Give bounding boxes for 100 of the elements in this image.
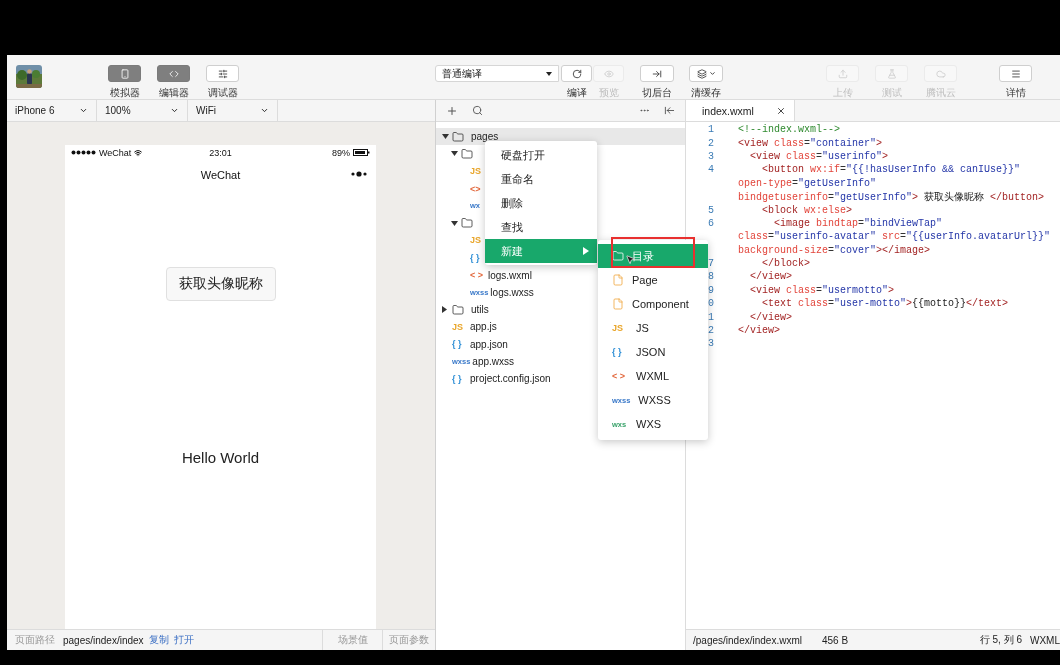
menu-icon xyxy=(1010,68,1021,79)
code-line: <image bindtap="bindViewTap" xyxy=(773,217,943,229)
search-icon[interactable] xyxy=(472,105,483,116)
file-icon xyxy=(612,298,624,310)
footer-link[interactable]: 复制 xyxy=(148,633,169,647)
menu-item[interactable]: 硬盘打开 xyxy=(485,143,597,167)
folder-icon xyxy=(461,217,473,230)
editor-tab[interactable]: index.wxml xyxy=(686,100,795,121)
tree-item[interactable]: utils xyxy=(442,300,489,319)
code-icon xyxy=(168,68,179,79)
file-type-icon: JS xyxy=(452,321,468,332)
tool-label: 清缓存 xyxy=(691,86,721,100)
file-type-icon: JS xyxy=(612,323,628,333)
code-line: <view class="userinfo"> xyxy=(749,150,889,162)
more-icon[interactable] xyxy=(350,171,368,177)
tool-label: 详情 xyxy=(1005,86,1026,100)
code-line: </block> xyxy=(761,258,810,270)
file-type-icon: < > xyxy=(470,270,486,280)
get-profile-button[interactable]: 获取头像昵称 xyxy=(165,267,276,301)
tree-item[interactable]: { } xyxy=(460,249,486,267)
tool-label: 编辑器 xyxy=(158,86,189,100)
menu-item[interactable]: 重命名 xyxy=(485,167,597,191)
language-mode[interactable]: WXML xyxy=(1030,634,1060,646)
file-name: app.wxss xyxy=(472,356,515,367)
menu-item[interactable]: Component xyxy=(598,292,708,316)
code-line: </view> xyxy=(749,311,792,323)
device-select[interactable]: iPhone 6 xyxy=(7,100,97,121)
file-name: logs.wxss xyxy=(490,286,534,298)
file-type-icon: JS xyxy=(470,166,486,177)
tree-item[interactable]: < > logs.wxml xyxy=(460,266,532,284)
menu-item[interactable]: JS JS xyxy=(598,316,708,340)
hello-text: Hello World xyxy=(181,449,260,466)
file-type-icon: { } xyxy=(612,347,628,357)
cloud-icon xyxy=(935,68,946,79)
line-number: 9 xyxy=(707,284,715,296)
line-number: 1 xyxy=(707,311,715,323)
phone-tool-button[interactable] xyxy=(108,65,141,82)
code-line: <view class="usermotto"> xyxy=(749,284,895,296)
file-type-icon: <> xyxy=(470,183,486,194)
folder-icon xyxy=(452,130,464,143)
code-tool-button[interactable] xyxy=(157,65,190,82)
compile-mode-select[interactable]: 普通编译 xyxy=(435,65,559,82)
refresh-tool-button[interactable] xyxy=(561,65,592,82)
tree-item[interactable]: <> xyxy=(460,179,486,198)
layers-tool-button[interactable] xyxy=(689,65,723,82)
file-type-icon: { } xyxy=(470,252,486,263)
menu-item[interactable]: Page xyxy=(598,268,708,292)
path-label: 页面路径 xyxy=(15,633,55,647)
line-number: 0 xyxy=(707,298,715,310)
file-path: /pages/index/index.wxml xyxy=(693,634,802,646)
file-name: pages xyxy=(471,131,499,143)
sliders-icon xyxy=(217,68,228,79)
menu-item[interactable]: { } JSON xyxy=(598,340,708,364)
flask-icon xyxy=(886,68,897,79)
code-line: <view class="container"> xyxy=(738,137,883,149)
chevron-icon xyxy=(170,106,179,115)
file-type-icon: { } xyxy=(452,373,468,384)
folder-icon xyxy=(452,303,464,316)
line-number: 5 xyxy=(707,204,715,216)
tool-label: 模拟器 xyxy=(109,86,140,100)
tree-item[interactable]: { } project.config.json xyxy=(442,370,551,388)
code-line: <block wx:else> xyxy=(761,204,853,216)
chevron-icon xyxy=(260,106,269,115)
tree-item[interactable]: JS app.js xyxy=(442,318,497,336)
menu-item[interactable]: 查找 xyxy=(485,215,597,239)
tool-label: 调试器 xyxy=(207,86,238,100)
close-icon[interactable] xyxy=(776,105,786,116)
cursor-position: 行 5, 列 6 xyxy=(979,633,1022,647)
debug-tool-button[interactable] xyxy=(206,65,239,82)
menu-tool-button[interactable] xyxy=(999,65,1032,82)
code-line: <text class="user-motto">{{motto}}</text> xyxy=(761,298,1009,310)
battery-icon xyxy=(353,149,370,156)
menu-item[interactable]: < > WXML xyxy=(598,364,708,388)
code-line: bindgetuserinfo="getUserInfo"> 获取头像昵称 </button> xyxy=(738,190,1045,204)
status-time: 23:01 xyxy=(209,147,232,158)
file-name: app.js xyxy=(470,321,497,333)
device-select[interactable]: WiFi xyxy=(188,100,278,121)
tree-item[interactable]: { } app.json xyxy=(442,335,508,353)
code-line: <!--index.wxml--> xyxy=(738,124,841,136)
phone-icon xyxy=(119,68,130,79)
expanded-arrow-icon xyxy=(451,151,458,157)
device-select[interactable]: 100% xyxy=(97,100,188,121)
wifi-icon xyxy=(134,148,143,157)
line-number: 7 xyxy=(707,258,715,270)
collapse-icon[interactable] xyxy=(664,105,675,116)
folder-icon xyxy=(461,147,473,160)
menu-item[interactable]: 删除 xyxy=(485,191,597,215)
add-icon[interactable] xyxy=(446,104,458,117)
tool-label: 编译 xyxy=(566,86,587,100)
code-line: </view> xyxy=(738,325,780,337)
file-name: logs.wxml xyxy=(488,269,532,281)
footer-link[interactable]: 打开 xyxy=(173,633,194,647)
code-line: background-size="cover"></image> xyxy=(738,244,931,256)
code-line: class="userinfo-avatar" src="{{userInfo.avatarUrl}}" xyxy=(738,231,1051,243)
line-number: 3 xyxy=(707,338,715,350)
caret-icon xyxy=(708,70,716,77)
file-name: app.json xyxy=(470,338,508,350)
folder-icon xyxy=(612,250,624,262)
file-name: project.config.json xyxy=(470,373,551,385)
switch-tool-button[interactable] xyxy=(640,65,674,82)
